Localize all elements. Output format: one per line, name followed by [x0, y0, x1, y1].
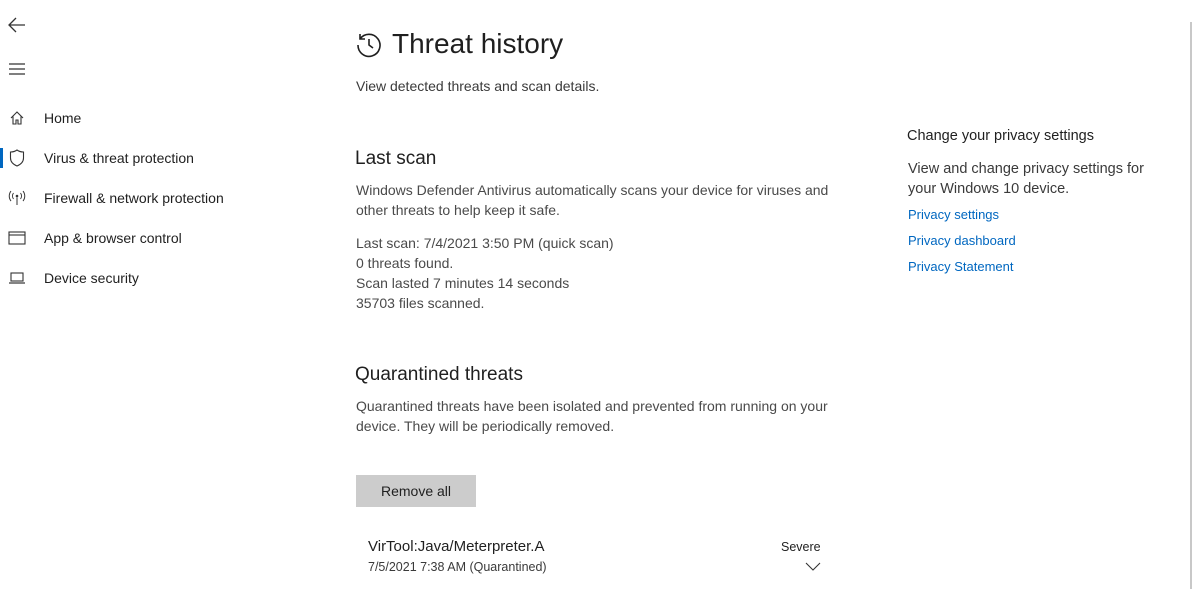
laptop-icon: [8, 269, 26, 287]
sidebar-item-home[interactable]: Home: [0, 100, 300, 136]
sidebar-item-label: App & browser control: [44, 230, 182, 246]
last-scan-time: Last scan: 7/4/2021 3:50 PM (quick scan): [356, 235, 614, 251]
sidebar-item-label: Device security: [44, 270, 139, 286]
sidebar-item-firewall-network-protection[interactable]: Firewall & network protection: [0, 180, 300, 216]
sidebar-item-label: Firewall & network protection: [44, 190, 224, 206]
page-subtitle: View detected threats and scan details.: [356, 78, 600, 94]
threat-date: 7/5/2021 7:38 AM (Quarantined): [368, 560, 547, 574]
last-scan-description: Windows Defender Antivirus automatically…: [356, 182, 829, 218]
browser-window-icon: [8, 229, 26, 247]
scrollbar[interactable]: [1190, 22, 1192, 589]
threat-severity: Severe: [781, 540, 821, 554]
sidebar-item-label: Virus & threat protection: [44, 150, 194, 166]
quarantined-threats-heading: Quarantined threats: [355, 364, 523, 385]
back-arrow-icon[interactable]: [6, 14, 28, 36]
remove-all-button[interactable]: Remove all: [356, 475, 476, 507]
shield-icon: [8, 149, 26, 167]
sidebar-item-virus-threat-protection[interactable]: Virus & threat protection: [0, 140, 300, 176]
sidebar-item-label: Home: [44, 110, 82, 126]
privacy-dashboard-link[interactable]: Privacy dashboard: [908, 233, 1016, 248]
history-clock-icon: [355, 31, 383, 64]
privacy-statement-link[interactable]: Privacy Statement: [908, 259, 1014, 274]
chevron-down-icon[interactable]: [805, 558, 821, 571]
quarantined-description: Quarantined threats have been isolated a…: [356, 398, 828, 434]
last-scan-heading: Last scan: [355, 148, 437, 169]
sidebar-item-app-browser-control[interactable]: App & browser control: [0, 220, 300, 256]
files-scanned: 35703 files scanned.: [356, 295, 485, 311]
home-icon: [8, 109, 26, 127]
privacy-description: View and change privacy settings for you…: [908, 161, 1144, 197]
threat-name: VirTool:Java/Meterpreter.A: [368, 538, 545, 555]
wireless-antenna-icon: [8, 189, 26, 207]
sidebar-item-device-security[interactable]: Device security: [0, 260, 300, 296]
scan-duration: Scan lasted 7 minutes 14 seconds: [356, 275, 570, 291]
privacy-settings-link[interactable]: Privacy settings: [908, 207, 999, 222]
threats-found: 0 threats found.: [356, 255, 454, 271]
privacy-heading: Change your privacy settings: [907, 128, 1094, 144]
page-title: Threat history: [392, 28, 564, 59]
hamburger-menu-icon[interactable]: [6, 58, 28, 80]
